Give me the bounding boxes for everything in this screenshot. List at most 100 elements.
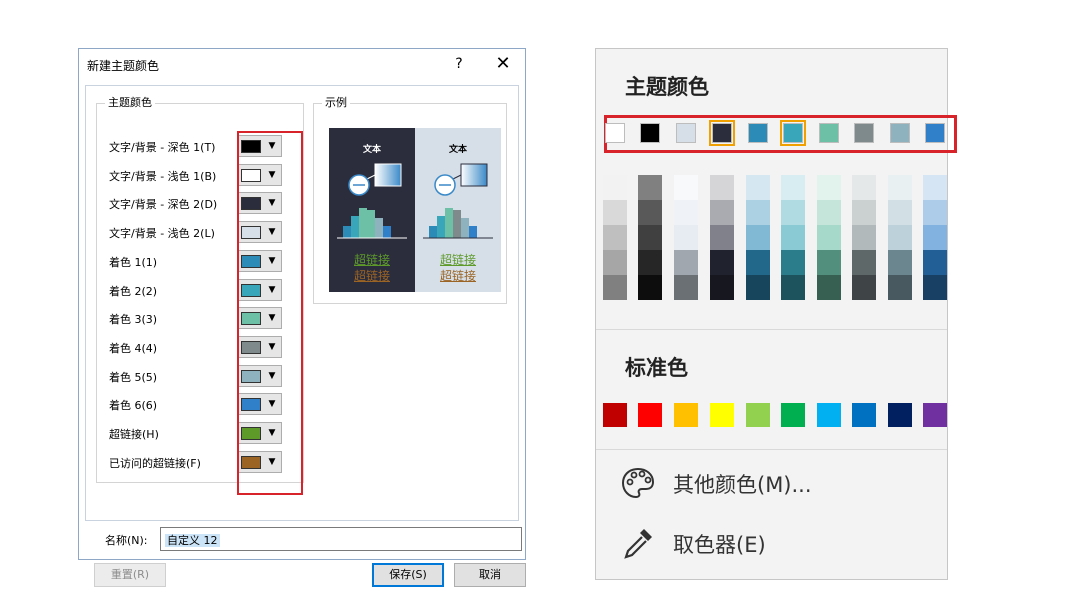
shade-swatch[interactable] [852,225,876,250]
shade-swatch[interactable] [674,275,698,300]
reset-button[interactable]: 重置(R) [94,563,166,587]
theme-colors-heading: 主题颜色 [625,75,709,99]
shade-swatch[interactable] [674,250,698,275]
shade-swatch[interactable] [781,250,805,275]
shade-swatch[interactable] [746,225,770,250]
more-colors-label: 其他颜色(M)... [673,473,812,497]
shade-swatch[interactable] [923,225,947,250]
dialog-titlebar: 新建主题颜色 ? ✕ [79,49,525,79]
sample-light-panel: 文本 超链接 超链接 [415,128,501,292]
shade-swatch[interactable] [888,175,912,200]
theme-colors-group-label: 主题颜色 [105,96,155,110]
shade-swatch[interactable] [888,200,912,225]
standard-color-swatch[interactable] [817,403,841,427]
shade-swatch[interactable] [817,200,841,225]
shade-swatch[interactable] [638,275,662,300]
theme-color-swatch[interactable] [925,123,945,143]
theme-color-swatch[interactable] [748,123,768,143]
cancel-button[interactable]: 取消 [454,563,526,587]
shade-swatch[interactable] [817,250,841,275]
shade-swatch[interactable] [638,175,662,200]
shade-swatch[interactable] [674,225,698,250]
help-button[interactable]: ? [449,53,469,75]
shade-swatch[interactable] [746,200,770,225]
shade-swatch[interactable] [746,175,770,200]
shade-swatch[interactable] [817,225,841,250]
shade-swatch[interactable] [603,250,627,275]
shade-swatch[interactable] [781,200,805,225]
shade-swatch[interactable] [852,275,876,300]
shade-swatch[interactable] [746,250,770,275]
shade-swatch[interactable] [638,225,662,250]
theme-color-swatch[interactable] [676,123,696,143]
theme-color-swatch[interactable] [605,123,625,143]
shade-swatch[interactable] [603,275,627,300]
shade-swatch[interactable] [710,275,734,300]
shade-swatch[interactable] [638,200,662,225]
theme-color-swatch[interactable] [854,123,874,143]
standard-color-swatch[interactable] [638,403,662,427]
theme-color-row-label: 着色 3(3) [109,313,158,327]
close-button[interactable]: ✕ [491,53,515,75]
name-input-value: 自定义 12 [165,534,220,547]
shade-swatch[interactable] [781,225,805,250]
shade-column [888,175,912,302]
standard-color-swatch[interactable] [746,403,770,427]
shade-swatch[interactable] [781,175,805,200]
shade-column [638,175,662,302]
shade-swatch[interactable] [888,250,912,275]
eyedropper-menu-item[interactable]: 取色器(E) [620,523,920,563]
shade-swatch[interactable] [710,225,734,250]
shade-swatch[interactable] [852,200,876,225]
standard-color-swatch[interactable] [923,403,947,427]
shade-column [817,175,841,302]
shade-swatch[interactable] [710,200,734,225]
shade-swatch[interactable] [603,175,627,200]
standard-color-swatch[interactable] [674,403,698,427]
save-button[interactable]: 保存(S) [372,563,444,587]
highlight-frame [237,131,303,495]
shade-swatch[interactable] [674,175,698,200]
theme-color-swatch[interactable] [709,120,735,146]
shade-swatch[interactable] [603,225,627,250]
shade-swatch[interactable] [710,250,734,275]
color-palette-dropdown: 主题颜色 标准色 其他颜色(M)... 取色器(E) [595,48,957,580]
sample-visited-hyperlink: 超链接 [439,269,476,283]
shade-swatch[interactable] [817,275,841,300]
standard-color-swatch[interactable] [852,403,876,427]
standard-color-swatch[interactable] [888,403,912,427]
shade-swatch[interactable] [923,200,947,225]
standard-color-swatch[interactable] [603,403,627,427]
shade-column [923,175,947,302]
theme-color-swatch[interactable] [819,123,839,143]
theme-color-row-label: 着色 6(6) [109,399,158,413]
shade-swatch[interactable] [781,275,805,300]
theme-color-row-label: 着色 4(4) [109,341,158,355]
shade-swatch[interactable] [923,275,947,300]
standard-colors-heading: 标准色 [625,356,688,380]
shade-swatch[interactable] [888,275,912,300]
shade-swatch[interactable] [923,250,947,275]
shade-swatch[interactable] [888,225,912,250]
shade-swatch[interactable] [746,275,770,300]
theme-color-swatch[interactable] [890,123,910,143]
shade-swatch[interactable] [710,175,734,200]
theme-color-row-label: 文字/背景 - 浅色 2(L) [109,227,215,241]
shade-swatch[interactable] [603,200,627,225]
theme-color-swatch[interactable] [640,123,660,143]
name-input[interactable]: 自定义 12 [160,527,522,551]
theme-color-row-label: 超链接(H) [109,428,159,441]
shade-swatch[interactable] [852,175,876,200]
shade-swatch[interactable] [674,200,698,225]
more-colors-menu-item[interactable]: 其他颜色(M)... [620,463,920,503]
shade-swatch[interactable] [817,175,841,200]
shade-swatch[interactable] [852,250,876,275]
theme-color-swatch[interactable] [780,120,806,146]
shade-swatch[interactable] [638,250,662,275]
shade-swatch[interactable] [923,175,947,200]
shade-column [710,175,734,302]
sample-dark-graphic [337,163,407,239]
sample-hyperlink: 超链接 [439,253,476,267]
standard-color-swatch[interactable] [781,403,805,427]
standard-color-swatch[interactable] [710,403,734,427]
